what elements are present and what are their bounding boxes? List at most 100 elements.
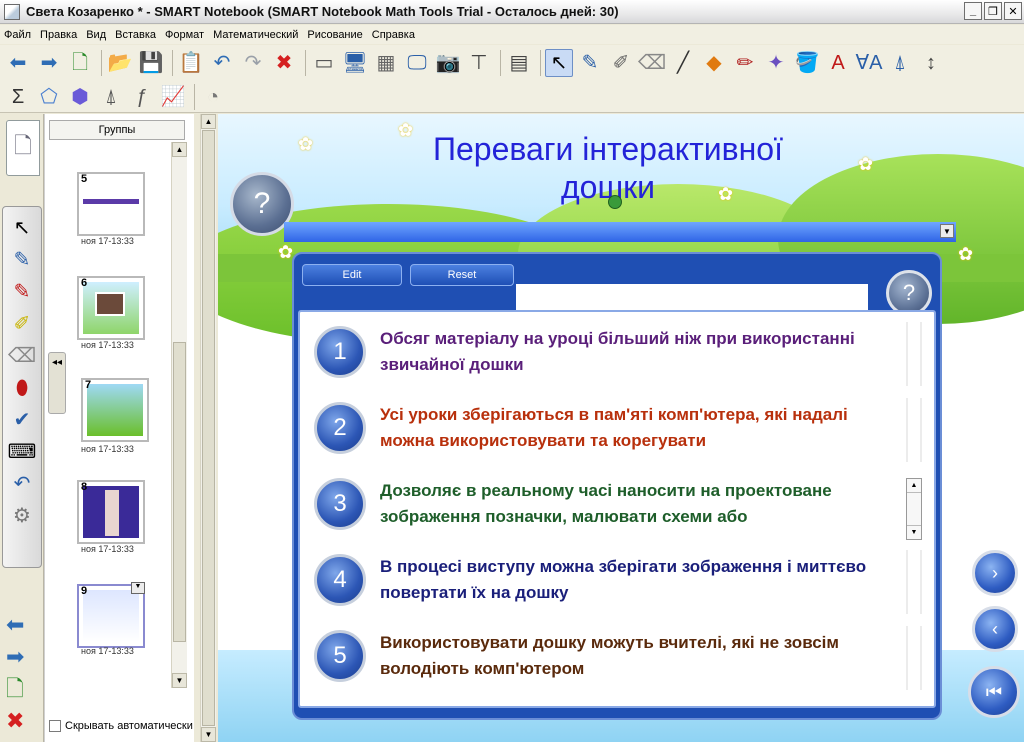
previous-slide-button[interactable]: ‹ — [972, 606, 1018, 652]
autohide-option[interactable]: Скрывать автоматически — [49, 720, 193, 732]
polygon-icon[interactable]: ⬠ — [35, 83, 63, 111]
next-slide-button[interactable]: › — [972, 550, 1018, 596]
menu-file[interactable]: Файл — [4, 29, 31, 41]
floating-tools: ↖ ✎ ✎ ✐ ⌫ ⬮ ✔ ⌨ ↶ ⚙ — [2, 206, 42, 568]
widget-titlebar[interactable]: ▼ — [284, 222, 956, 242]
redo-icon[interactable]: ↷ — [239, 49, 267, 77]
rubber-icon[interactable]: ⬮ — [16, 375, 29, 401]
menu-insert[interactable]: Вставка — [115, 29, 156, 41]
presentation-icon[interactable]: 🖵 — [403, 49, 431, 77]
menu-help[interactable]: Справка — [372, 29, 415, 41]
add-page-icon[interactable]: 🗋 — [66, 49, 94, 77]
page-thumbnail-5[interactable]: 5 — [77, 172, 145, 236]
fill-icon[interactable]: 🪣 — [793, 49, 821, 77]
rotate-handle[interactable] — [608, 195, 622, 209]
notes-icon[interactable]: ✔ — [14, 407, 31, 433]
back-arrow-icon[interactable]: ⬅ — [4, 49, 32, 77]
pen-icon[interactable]: ✎ — [576, 49, 604, 77]
toolbar-move-icon[interactable]: ↕ — [917, 49, 945, 77]
item-scrollbar[interactable]: ▲ ▼ — [906, 478, 922, 540]
magic-pen-icon[interactable]: ✏ — [731, 49, 759, 77]
document-camera-icon[interactable]: ⊤ — [465, 49, 493, 77]
scroll-down-button[interactable]: ▼ — [907, 525, 921, 539]
scroll-down-button[interactable]: ▼ — [172, 673, 187, 688]
scroll-up-button[interactable]: ▲ — [201, 114, 216, 129]
menu-view[interactable]: Вид — [86, 29, 106, 41]
scroll-thumb[interactable] — [202, 130, 215, 726]
list-item[interactable]: 2 Усі уроки зберігаються в пам'яті комп'… — [314, 398, 922, 462]
graph-icon[interactable]: 📈 — [159, 83, 187, 111]
close-button[interactable]: ✕ — [1004, 2, 1022, 20]
sigma-icon[interactable]: Σ — [4, 83, 32, 111]
thumb-date: ноя 17-13:33 — [81, 444, 134, 454]
paste-icon[interactable]: 📋 — [177, 49, 205, 77]
list-item[interactable]: 5 Використовувати дошку можуть вчителі, … — [314, 626, 922, 690]
reset-button[interactable]: Reset — [410, 264, 514, 286]
scroll-up-button[interactable]: ▲ — [172, 142, 187, 157]
eraser-icon[interactable]: ⌫ — [638, 49, 666, 77]
table-grid-icon[interactable]: ▦ — [372, 49, 400, 77]
list-item[interactable]: 1 Обсяг матеріалу на уроці більший ніж п… — [314, 322, 922, 386]
protractor-icon[interactable]: ◔ — [199, 83, 227, 111]
compass-icon[interactable]: ⍋ — [97, 83, 125, 111]
shapes-icon[interactable]: ◆ — [700, 49, 728, 77]
delete-page-icon[interactable]: ✖ — [6, 710, 24, 732]
collapse-panel-button[interactable]: ◂◂ — [48, 352, 66, 414]
add-page-icon[interactable]: 🗋 — [6, 678, 24, 700]
first-slide-button[interactable]: ⏮ — [968, 666, 1020, 718]
slide-canvas[interactable]: ✿ ✿ ✿ ✿ ✿ ✿ Переваги інтерактивної дошки… — [218, 114, 1024, 742]
equation-icon[interactable]: ƒ — [128, 83, 156, 111]
line-icon[interactable]: ╱ — [669, 49, 697, 77]
settings-icon[interactable]: ⚙ — [13, 503, 31, 529]
display-icon[interactable]: 🖥 — [341, 49, 369, 77]
widget-menu-button[interactable]: ▼ — [940, 224, 954, 238]
select-arrow-icon[interactable]: ↖ — [14, 215, 31, 241]
page-sorter-tab[interactable]: 🗋 — [6, 120, 40, 176]
undo-icon[interactable]: ↶ — [14, 471, 31, 497]
main-scrollbar[interactable]: ▲ ▼ — [200, 114, 216, 742]
page-thumbnail-6[interactable]: 6 — [77, 276, 145, 340]
previous-page-icon[interactable]: ⬅ — [6, 614, 24, 636]
insert-table-icon[interactable]: ▤ — [505, 49, 533, 77]
menu-math[interactable]: Математический — [213, 29, 298, 41]
highlighter-icon[interactable]: ✐ — [14, 311, 31, 337]
open-folder-icon[interactable]: 📂 — [106, 49, 134, 77]
forward-arrow-icon[interactable]: ➡ — [35, 49, 63, 77]
keyboard-icon[interactable]: ⌨ — [8, 439, 37, 465]
undo-icon[interactable]: ↶ — [208, 49, 236, 77]
select-arrow-icon[interactable]: ↖ — [545, 49, 573, 77]
text-icon[interactable]: A — [824, 49, 852, 77]
next-page-icon[interactable]: ➡ — [6, 646, 24, 668]
sorter-scrollbar[interactable]: ▲ ▼ — [171, 142, 187, 688]
groups-button[interactable]: Группы — [49, 120, 185, 140]
text-format-icon[interactable]: ⱯA — [855, 49, 883, 77]
list-item[interactable]: 4 В процесі виступу можна зберігати зобр… — [314, 550, 922, 614]
thumb-menu-button[interactable]: ▼ — [131, 582, 145, 594]
delete-icon[interactable]: ✖ — [270, 49, 298, 77]
math-tools-icon[interactable]: ⍋ — [886, 49, 914, 77]
creative-pen-icon[interactable]: ✐ — [607, 49, 635, 77]
page-thumbnail-9[interactable]: 9 ▼ — [77, 582, 145, 648]
menu-draw[interactable]: Рисование — [307, 29, 362, 41]
scroll-thumb[interactable] — [173, 342, 186, 642]
page-thumbnail-8[interactable]: 8 — [77, 480, 145, 544]
red-pen-icon[interactable]: ✎ — [14, 279, 31, 305]
slide-title[interactable]: Переваги інтерактивної дошки — [368, 130, 848, 206]
minimize-button[interactable]: _ — [964, 2, 982, 20]
page-thumbnail-7[interactable]: 7 — [81, 378, 149, 442]
maximize-button[interactable]: ❐ — [984, 2, 1002, 20]
screen-shade-icon[interactable]: ▭ — [310, 49, 338, 77]
eraser-icon[interactable]: ⌫ — [8, 343, 36, 369]
list-item[interactable]: 3 Дозволяє в реальному часі наносити на … — [314, 478, 922, 540]
menu-edit[interactable]: Правка — [40, 29, 77, 41]
camera-icon[interactable]: 📷 — [434, 49, 462, 77]
pen-icon[interactable]: ✎ — [14, 247, 31, 273]
autohide-checkbox[interactable] — [49, 720, 61, 732]
menu-format[interactable]: Формат — [165, 29, 204, 41]
scroll-up-button[interactable]: ▲ — [907, 479, 921, 493]
edit-button[interactable]: Edit — [302, 264, 402, 286]
magic-wand-icon[interactable]: ✦ — [762, 49, 790, 77]
3d-shape-icon[interactable]: ⬢ — [66, 83, 94, 111]
scroll-down-button[interactable]: ▼ — [201, 727, 216, 742]
save-icon[interactable]: 💾 — [137, 49, 165, 77]
